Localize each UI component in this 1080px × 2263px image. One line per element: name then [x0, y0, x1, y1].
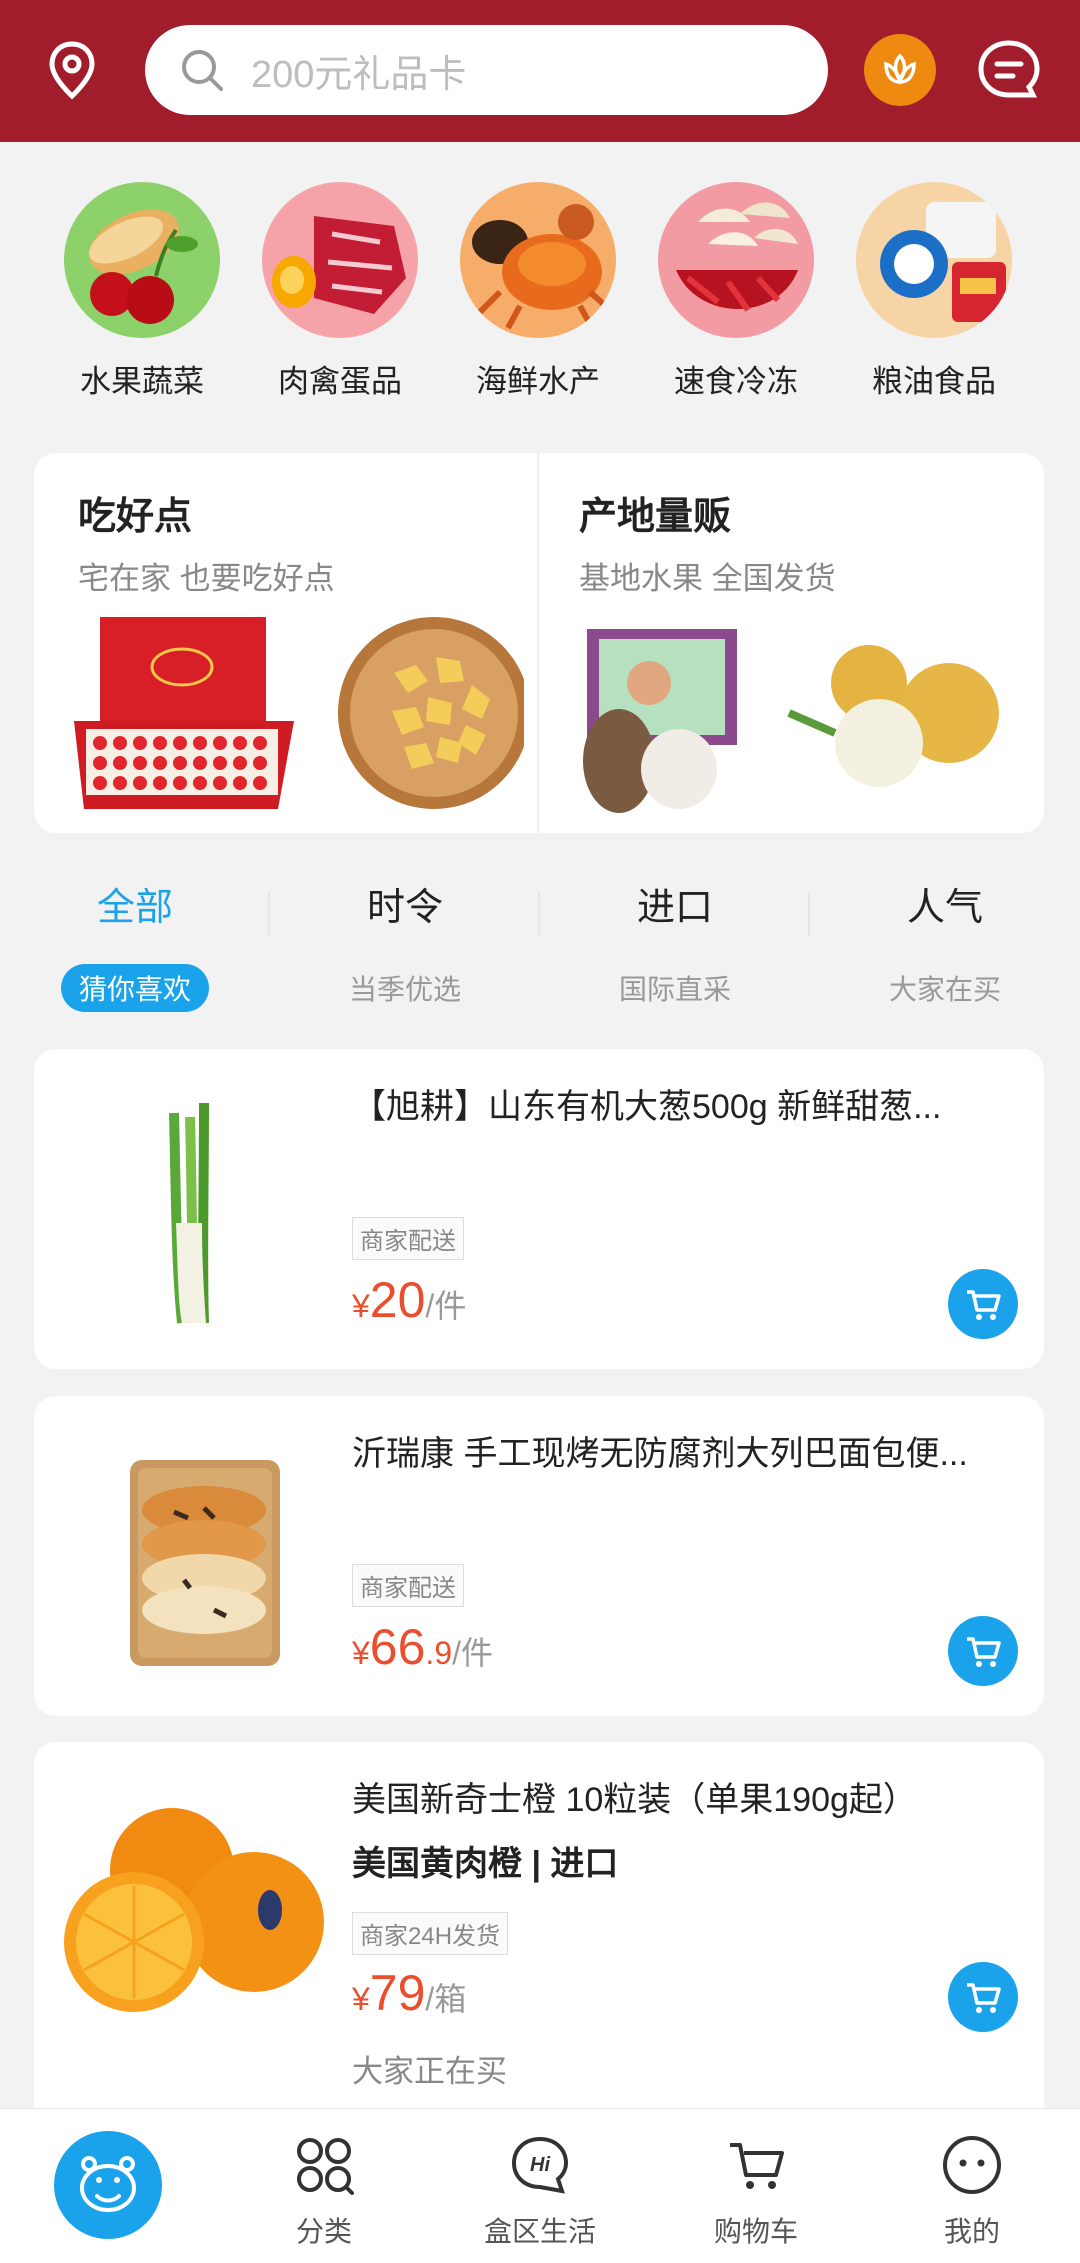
category-label: 速食冷冻 — [674, 364, 798, 399]
nav-home[interactable] — [0, 2109, 216, 2263]
product-card[interactable]: 【旭耕】山东有机大葱500g 新鲜甜葱... 商家配送 ¥20/件 — [34, 1049, 1044, 1369]
product-title: 美国新奇士橙 10粒装（单果190g起） — [352, 1781, 917, 1819]
hi-chat-icon: Hi — [511, 2136, 569, 2194]
lotus-icon — [884, 53, 916, 85]
nav-cart[interactable]: 购物车 — [648, 2109, 864, 2263]
add-to-cart-button[interactable] — [948, 1962, 1018, 2032]
bottom-nav: 分类 Hi 盒区生活 购物车 我的 — [0, 2108, 1080, 2263]
delivery-tag: 商家24H发货 — [352, 1912, 509, 1955]
svg-text:Hi: Hi — [530, 2154, 550, 2176]
buying-now-text: 大家正在买 — [352, 2054, 507, 2089]
bread-image — [130, 1460, 280, 1666]
category-label: 粮油食品 — [872, 364, 996, 399]
tab-all[interactable]: 全部 猜你喜欢 — [0, 880, 270, 1012]
nav-profile[interactable]: 我的 — [864, 2109, 1080, 2263]
location-pin-icon[interactable] — [40, 38, 104, 102]
tab-title: 全部 — [96, 887, 173, 929]
tab-subtitle: 国际直采 — [618, 974, 731, 1005]
category-item-frozen[interactable]: 速食冷冻 — [646, 182, 826, 401]
delivery-tag: 商家配送 — [352, 1564, 464, 1607]
home-button[interactable] — [54, 2131, 162, 2239]
tab-popular[interactable]: 人气 大家在买 — [810, 880, 1080, 1012]
price-decimal: .9 — [425, 1635, 453, 1671]
top-header: 200元礼品卡 — [0, 0, 1080, 142]
grain-oil-image — [856, 182, 1012, 338]
tab-subtitle: 当季优选 — [348, 974, 461, 1005]
promo-title: 吃好点 — [78, 496, 193, 538]
product-title: 沂瑞康 手工现烤无防腐剂大列巴面包便... — [352, 1435, 968, 1473]
frozen-food-image — [658, 182, 814, 338]
cart-icon — [967, 1637, 1001, 1667]
product-title: 【旭耕】山东有机大葱500g 新鲜甜葱... — [352, 1088, 942, 1126]
tab-seasonal[interactable]: 时令 当季优选 — [270, 880, 540, 1012]
price-unit: /件 — [452, 1635, 494, 1671]
category-item-seafood[interactable]: 海鲜水产 — [448, 182, 628, 401]
promo-subtitle: 宅在家 也要吃好点 — [78, 561, 335, 596]
cart-icon — [967, 1983, 1001, 2013]
tab-imported[interactable]: 进口 国际直采 — [540, 880, 810, 1012]
price-integer: 66 — [369, 1619, 426, 1675]
orange-image — [64, 1808, 324, 2012]
promo-title: 产地量贩 — [579, 496, 732, 538]
fruit-veg-image — [64, 182, 220, 338]
tab-title: 进口 — [636, 887, 713, 929]
nav-label: 购物车 — [713, 2216, 798, 2247]
tab-subtitle: 猜你喜欢 — [60, 964, 209, 1012]
search-placeholder: 200元礼品卡 — [251, 53, 467, 96]
lotus-button[interactable] — [864, 34, 936, 106]
hippo-home-icon — [80, 2156, 136, 2212]
tab-title: 人气 — [906, 887, 983, 929]
category-item-grain[interactable]: 粮油食品 — [844, 182, 1024, 401]
profile-face-icon — [943, 2136, 1001, 2194]
cart-icon — [730, 2143, 784, 2189]
price-integer: 79 — [369, 1965, 426, 2021]
message-icon[interactable] — [975, 37, 1043, 105]
add-to-cart-button[interactable] — [948, 1616, 1018, 1686]
product-price: ¥66.9/件 — [352, 1618, 493, 1676]
nav-label: 我的 — [943, 2216, 1000, 2247]
category-label: 海鲜水产 — [476, 364, 600, 399]
product-subtitle: 美国黄肉橙 | 进口 — [352, 1845, 619, 1883]
price-integer: 20 — [369, 1272, 426, 1328]
product-price: ¥79/箱 — [352, 1964, 466, 2022]
tab-subtitle: 大家在买 — [888, 974, 1001, 1005]
nav-label: 分类 — [295, 2216, 352, 2247]
search-icon — [182, 50, 223, 91]
currency-symbol: ¥ — [352, 1981, 370, 2017]
search-bar[interactable]: 200元礼品卡 — [145, 25, 828, 115]
currency-symbol: ¥ — [352, 1635, 370, 1671]
feed-tabs: 全部 猜你喜欢 时令 当季优选 进口 国际直采 人气 大家在买 — [0, 880, 1080, 1020]
category-label: 水果蔬菜 — [80, 364, 204, 399]
promo-card: 吃好点 宅在家 也要吃好点 产地量贩 基地水果 全国发货 — [34, 453, 1044, 833]
category-label: 肉禽蛋品 — [278, 364, 402, 399]
category-item-fruit[interactable]: 水果蔬菜 — [52, 182, 232, 401]
meat-egg-image — [262, 182, 418, 338]
product-card[interactable]: 沂瑞康 手工现烤无防腐剂大列巴面包便... 商家配送 ¥66.9/件 — [34, 1396, 1044, 1716]
nav-label: 盒区生活 — [483, 2216, 596, 2247]
currency-symbol: ¥ — [352, 1288, 370, 1324]
scallion-image — [169, 1102, 209, 1324]
promo-origin-bulk[interactable]: 产地量贩 基地水果 全国发货 — [539, 453, 1044, 833]
promo-subtitle: 基地水果 全国发货 — [579, 561, 836, 596]
tab-title: 时令 — [366, 887, 443, 929]
nav-hi-life[interactable]: Hi 盒区生活 — [432, 2109, 648, 2263]
category-item-meat[interactable]: 肉禽蛋品 — [250, 182, 430, 401]
price-unit: /箱 — [425, 1981, 467, 2017]
taro-pear-image — [583, 629, 999, 813]
add-to-cart-button[interactable] — [948, 1269, 1018, 1339]
price-unit: /件 — [425, 1288, 467, 1324]
strawberry-gift-box-image — [74, 617, 524, 809]
seafood-image — [460, 182, 616, 338]
product-card[interactable]: 美国新奇士橙 10粒装（单果190g起） 美国黄肉橙 | 进口 商家24H发货 … — [34, 1742, 1044, 2108]
category-icon — [297, 2138, 354, 2195]
product-price: ¥20/件 — [352, 1271, 466, 1329]
cart-icon — [967, 1290, 1001, 1320]
delivery-tag: 商家配送 — [352, 1217, 464, 1260]
category-row: 水果蔬菜 肉禽蛋品 海鲜水产 速食冷冻 粮油食品 — [0, 182, 1080, 412]
promo-eat-well[interactable]: 吃好点 宅在家 也要吃好点 — [34, 453, 539, 833]
nav-category[interactable]: 分类 — [216, 2109, 432, 2263]
